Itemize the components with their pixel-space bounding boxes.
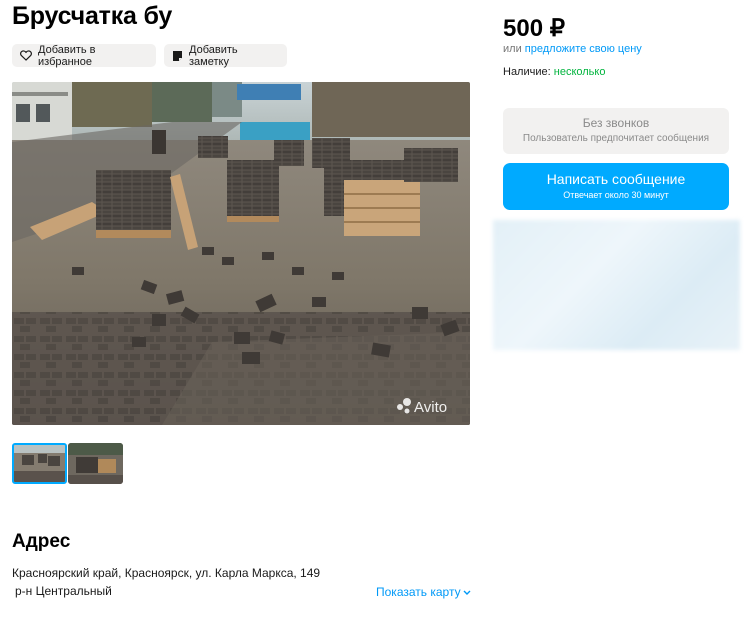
no-calls-title: Без звонков (582, 116, 650, 130)
response-time-label: Отвечает около 30 минут (563, 190, 669, 200)
write-message-label: Написать сообщение (546, 171, 686, 187)
svg-text:Avito: Avito (414, 399, 447, 416)
show-map-link[interactable]: Показать карту (376, 585, 471, 599)
listing-title: Брусчатка бу (12, 2, 173, 30)
price-value: 500 ₽ (503, 15, 565, 42)
address-heading: Адрес (12, 531, 71, 552)
address-line: Красноярский край, Красноярск, ул. Карла… (12, 566, 321, 580)
offer-price-link[interactable]: предложите свою цену (525, 43, 642, 55)
offer-prefix: или (503, 43, 522, 55)
availability-label: Наличие: (503, 66, 551, 78)
add-favorite-label: Добавить в избранное (38, 43, 96, 68)
availability-value: несколько (553, 66, 606, 78)
blurred-seller-block (493, 220, 740, 350)
heart-icon (20, 50, 32, 61)
no-calls-notice: Без звонков Пользователь предпочитает со… (503, 108, 729, 154)
availability: Наличие: несколько (503, 66, 605, 78)
chevron-down-icon (463, 585, 471, 599)
main-photo[interactable]: Avito (12, 82, 470, 425)
note-icon (172, 50, 183, 62)
add-note-label: Добавить заметку (189, 43, 238, 68)
price-offer-line: или предложите свою цену (503, 43, 642, 55)
write-message-button[interactable]: Написать сообщение Отвечает около 30 мин… (503, 163, 729, 210)
photo-thumbnail-1[interactable] (12, 443, 67, 484)
photo-thumbnail-2[interactable] (68, 443, 123, 484)
district-line: р-н Центральный (15, 584, 112, 598)
no-calls-subtitle: Пользователь предпочитает сообщения (522, 133, 710, 144)
add-favorite-button[interactable]: Добавить в избранное (12, 43, 156, 68)
show-map-label: Показать карту (376, 585, 461, 599)
add-note-button[interactable]: Добавить заметку (164, 43, 287, 68)
